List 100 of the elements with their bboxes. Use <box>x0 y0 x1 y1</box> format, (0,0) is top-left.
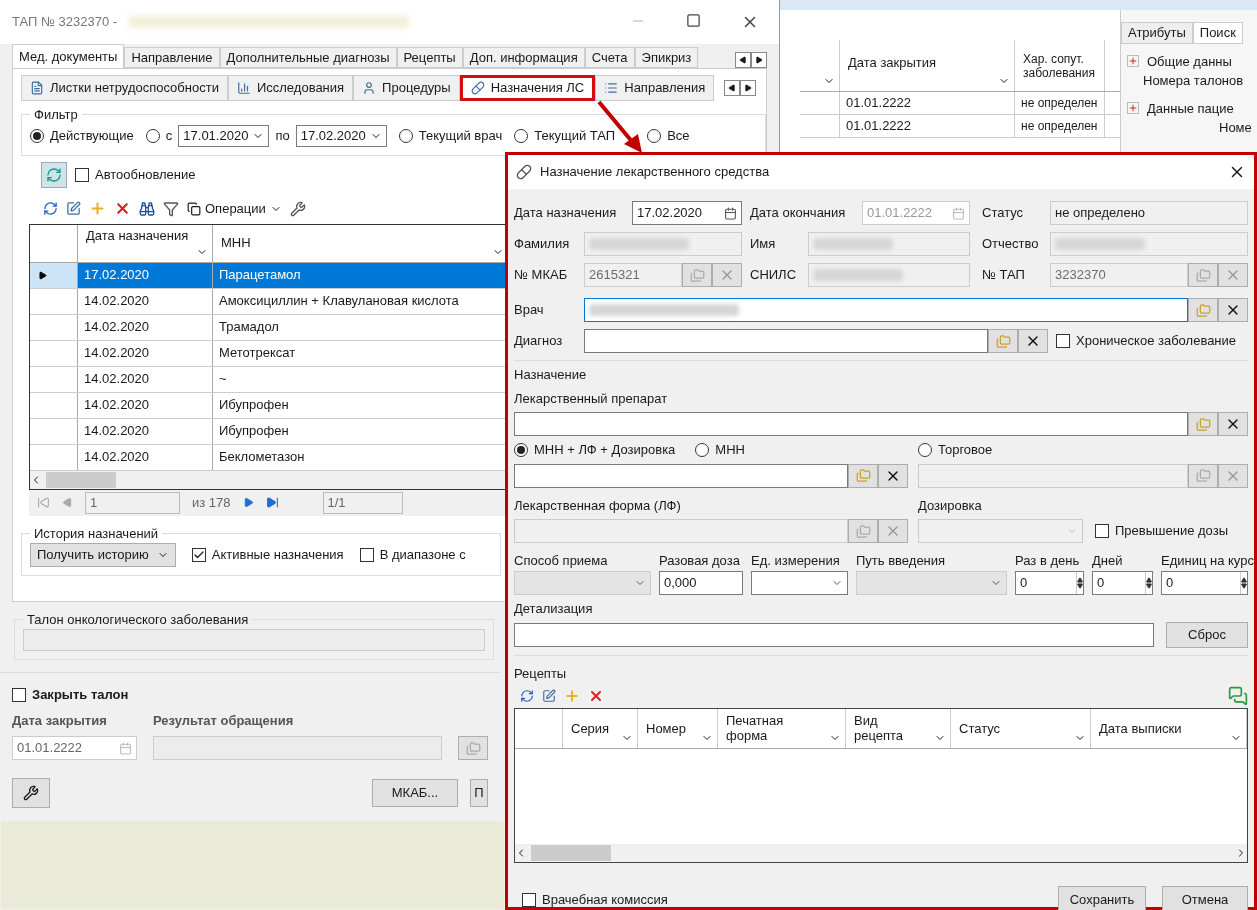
date-picker[interactable]: 17.02.2020 <box>295 124 387 147</box>
tab[interactable]: Счета <box>584 47 635 68</box>
subtab[interactable]: Назначения ЛС <box>459 75 596 101</box>
snils-field[interactable] <box>808 263 970 287</box>
tab[interactable]: Поиск <box>1192 22 1243 44</box>
clear-button[interactable] <box>1018 329 1048 353</box>
tab[interactable]: Направление <box>124 47 220 68</box>
tools-button[interactable] <box>12 778 50 808</box>
cancel-button[interactable]: Отмена <box>1162 885 1248 910</box>
date-picker[interactable]: 17.01.2020 <box>178 124 270 147</box>
left-triangle-icon[interactable] <box>728 84 736 92</box>
close-ticket-checkbox[interactable]: Закрыть талон <box>12 685 488 705</box>
date-picker[interactable]: 17.02.2020 <box>632 201 742 225</box>
diagnosis-field[interactable] <box>584 329 988 353</box>
spinner-arrows-icon[interactable] <box>1076 571 1083 594</box>
spin-field[interactable]: 0 <box>1015 570 1084 595</box>
tap-field[interactable]: 3232370 <box>1050 263 1188 287</box>
right-triangle-icon[interactable] <box>744 84 752 92</box>
spin-field[interactable]: 0 <box>1161 570 1248 595</box>
subtab[interactable]: Процедуры <box>353 75 460 101</box>
radio-button[interactable] <box>918 442 932 457</box>
doctor-field[interactable] <box>584 298 1188 322</box>
edit-icon[interactable] <box>542 688 556 703</box>
chat-icon[interactable] <box>1228 685 1248 706</box>
column-header[interactable]: Дата выписки <box>1091 708 1247 748</box>
binoculars-icon[interactable] <box>139 200 155 217</box>
column-header[interactable]: Серия <box>563 708 638 748</box>
delete-icon[interactable] <box>114 200 131 217</box>
filter-icon[interactable] <box>163 200 179 217</box>
detail-field[interactable] <box>514 623 1154 647</box>
tools-icon[interactable] <box>289 200 306 217</box>
right-triangle-icon[interactable] <box>755 56 763 64</box>
expand-icon[interactable] <box>1127 102 1139 115</box>
dialog-button[interactable]: П <box>470 779 488 807</box>
mkab-button[interactable]: МКАБ... <box>372 779 458 807</box>
radio-button[interactable] <box>514 128 529 143</box>
refresh-button[interactable] <box>41 161 67 188</box>
column-header[interactable]: Вид рецепта <box>846 708 951 748</box>
page-field[interactable]: 1 <box>85 491 180 514</box>
date-picker[interactable]: 01.01.2222 <box>12 736 137 760</box>
result-field[interactable] <box>153 736 442 760</box>
table-row[interactable]: 14.02.2020 Ибупрофен <box>30 392 508 419</box>
dose-field[interactable]: 0,000 <box>659 570 743 595</box>
column-header[interactable]: Статус <box>951 708 1091 748</box>
checkbox[interactable] <box>191 548 206 562</box>
save-button[interactable]: Сохранить <box>1058 885 1146 910</box>
tab[interactable]: Мед. документы <box>12 44 125 68</box>
surname-field[interactable] <box>584 232 742 256</box>
checkbox[interactable] <box>522 892 536 907</box>
spin-field[interactable]: 0 <box>1092 570 1153 595</box>
checkbox[interactable] <box>359 548 374 562</box>
range-checkbox[interactable]: В диапазоне с <box>359 545 466 565</box>
scroll-right-button[interactable] <box>751 52 767 68</box>
subtab[interactable]: Листки нетрудоспособности <box>21 75 228 101</box>
refresh-icon[interactable] <box>43 201 58 216</box>
checkbox[interactable] <box>12 687 26 702</box>
overdose-checkbox[interactable]: Превышение дозы <box>1095 521 1228 541</box>
checkbox[interactable] <box>75 167 89 182</box>
chronic-checkbox[interactable]: Хроническое заболевание <box>1056 331 1237 351</box>
subtab[interactable]: Исследования <box>227 75 354 101</box>
commission-checkbox[interactable]: Врачебная комиссия <box>522 889 668 910</box>
active-checkbox[interactable]: Активные назначения <box>191 545 344 565</box>
patronymic-field[interactable] <box>1050 232 1248 256</box>
spinner-arrows-icon[interactable] <box>1145 571 1152 594</box>
table-row[interactable]: 14.02.2020 Метотрексат <box>30 340 508 367</box>
select-field[interactable] <box>751 570 848 595</box>
autoupdate-checkbox[interactable]: Автообновление <box>75 164 196 185</box>
scroll-left-button[interactable] <box>724 80 740 96</box>
sub-page-field[interactable]: 1/1 <box>322 491 403 514</box>
lookup-button[interactable] <box>682 263 712 287</box>
radio-option[interactable]: МНН <box>695 440 745 460</box>
first-page-icon[interactable] <box>37 496 50 509</box>
expand-icon[interactable] <box>1127 55 1139 68</box>
column-header[interactable]: Дата назначения <box>78 224 213 262</box>
trade-name-field[interactable] <box>918 463 1188 488</box>
operations-button[interactable]: Операции <box>187 198 282 219</box>
checkbox[interactable] <box>1095 524 1109 538</box>
right-triangle-icon[interactable] <box>38 270 47 280</box>
clear-button[interactable] <box>1218 412 1248 436</box>
last-page-icon[interactable] <box>265 496 279 509</box>
radio-option[interactable]: Все <box>647 125 690 146</box>
checkbox[interactable] <box>1056 334 1070 348</box>
table-row[interactable]: 14.02.2020 Беклометазон <box>30 444 508 471</box>
form-field[interactable] <box>514 519 848 543</box>
subtab[interactable]: Направления <box>595 75 715 101</box>
clear-button[interactable] <box>1218 298 1248 322</box>
column-header[interactable]: Хар. сопут. заболевания <box>1015 40 1105 91</box>
radio-button[interactable] <box>695 442 710 457</box>
status-field[interactable]: не определено <box>1050 201 1248 225</box>
radio-option[interactable]: Текущий ТАП <box>514 125 616 146</box>
column-header[interactable]: МНН <box>213 224 508 262</box>
scroll-right-button[interactable] <box>740 80 756 96</box>
tab[interactable]: Дополнительные диагнозы <box>219 47 397 68</box>
table-row[interactable]: 14.02.2020 ~ <box>30 366 508 393</box>
maximize-icon[interactable] <box>686 13 701 28</box>
tab[interactable]: Доп. информация <box>462 47 585 68</box>
radio-option[interactable]: Торговое <box>918 440 993 460</box>
scroll-left-button[interactable] <box>735 52 751 68</box>
horizontal-scrollbar[interactable] <box>515 843 1247 862</box>
radio-button[interactable] <box>145 128 160 143</box>
